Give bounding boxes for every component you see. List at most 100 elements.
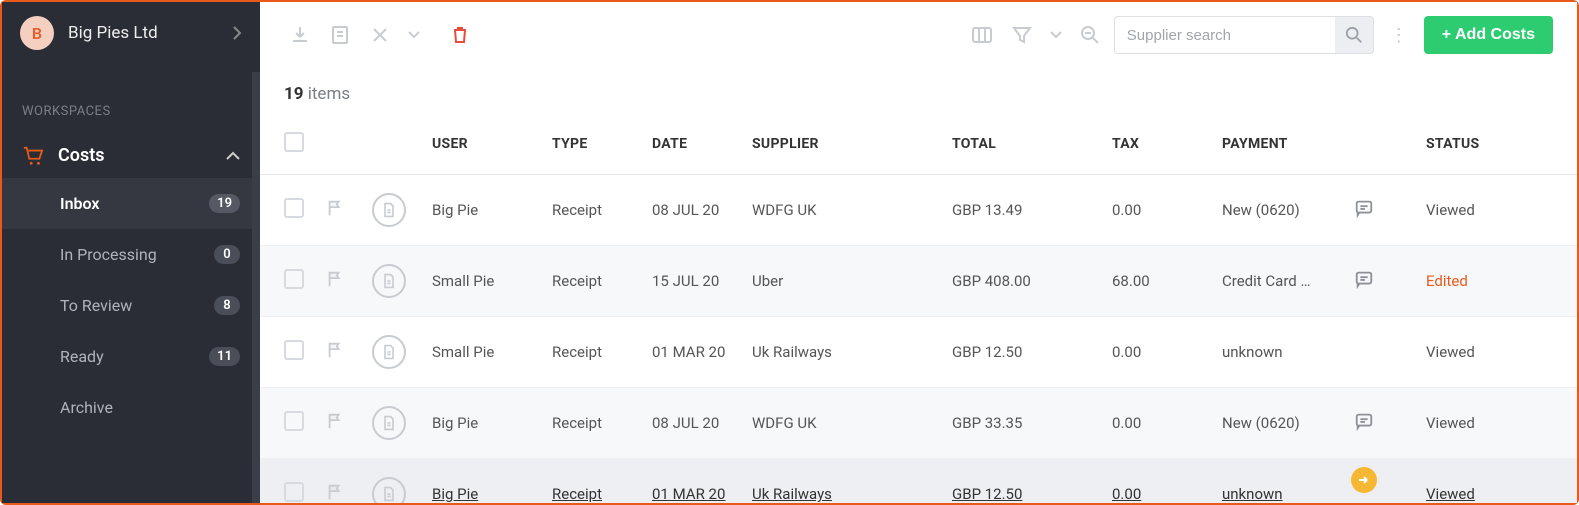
cart-icon [22,146,44,166]
filter-chevron-icon[interactable] [1046,19,1066,51]
nav-section-costs[interactable]: Costs [2,133,260,178]
col-payment[interactable]: PAYMENT [1212,114,1342,175]
document-icon[interactable] [372,477,406,503]
col-supplier[interactable]: SUPPLIER [742,114,942,175]
sidebar-item-label: In Processing [60,245,157,264]
nav-section-label: Costs [58,145,105,166]
toolbar: ⋮ + Add Costs [260,2,1577,64]
cell-type: Receipt [542,388,642,459]
flag-icon[interactable] [326,412,344,430]
workspaces-heading: WORKSPACES [2,64,260,133]
chevron-right-icon [232,26,242,40]
row-checkbox[interactable] [284,198,304,218]
row-checkbox[interactable] [284,340,304,360]
item-count-number: 19 [284,84,304,104]
cell-supplier: WDFG UK [742,175,942,246]
main-content: ⋮ + Add Costs 19 items USER TYPE DATE SU… [260,2,1577,503]
table-row[interactable]: Small PieReceipt15 JUL 20UberGBP 408.006… [260,246,1577,317]
cell-type: Receipt [542,317,642,388]
zoom-out-icon[interactable] [1074,19,1106,51]
sidebar-item-to-review[interactable]: To Review8 [2,280,260,331]
flag-icon[interactable] [326,199,344,217]
cell-payment: unknown [1212,459,1342,504]
sidebar-item-archive[interactable]: Archive [2,382,260,433]
supplier-search-input[interactable] [1115,19,1335,52]
col-user[interactable]: USER [422,114,542,175]
org-avatar: B [20,16,54,50]
col-total[interactable]: TOTAL [942,114,1102,175]
cell-status: Viewed [1386,459,1577,504]
document-icon[interactable] [372,406,406,440]
tools-icon[interactable] [364,19,396,51]
cell-date: 01 MAR 20 [642,317,742,388]
col-status[interactable]: STATUS [1386,114,1577,175]
costs-table: USER TYPE DATE SUPPLIER TOTAL TAX PAYMEN… [260,114,1577,503]
table-row[interactable]: Big PieReceipt01 MAR 20Uk RailwaysGBP 12… [260,459,1577,504]
document-icon[interactable] [372,335,406,369]
add-costs-button[interactable]: + Add Costs [1424,16,1553,54]
sidebar-item-label: Ready [60,347,104,366]
cell-tax: 0.00 [1102,317,1212,388]
cell-payment: New (0620) [1212,388,1342,459]
sidebar-item-label: Inbox [60,194,100,213]
item-count: 19 items [260,64,1577,114]
cell-status: Viewed [1386,175,1577,246]
cell-user: Small Pie [422,246,542,317]
org-switcher[interactable]: B Big Pies Ltd [2,2,260,64]
cell-status: Viewed [1386,388,1577,459]
cell-supplier: Uber [742,246,942,317]
row-checkbox[interactable] [284,482,304,502]
cell-supplier: Uk Railways [742,317,942,388]
sidebar-item-badge: 8 [214,296,240,315]
scroll-indicator-icon[interactable] [1351,467,1377,493]
flag-icon[interactable] [326,270,344,288]
message-icon[interactable] [1354,411,1374,431]
message-icon[interactable] [1354,198,1374,218]
table-row[interactable]: Big PieReceipt08 JUL 20WDFG UKGBP 13.490… [260,175,1577,246]
sidebar-item-in-processing[interactable]: In Processing0 [2,229,260,280]
cell-date: 01 MAR 20 [642,459,742,504]
flag-icon[interactable] [326,483,344,501]
sidebar-item-label: Archive [60,398,113,417]
col-date[interactable]: DATE [642,114,742,175]
cell-tax: 68.00 [1102,246,1212,317]
cell-date: 15 JUL 20 [642,246,742,317]
document-icon[interactable] [372,193,406,227]
trash-icon[interactable] [444,19,476,51]
cell-user: Big Pie [422,459,542,504]
cell-type: Receipt [542,175,642,246]
cell-payment: unknown [1212,317,1342,388]
table-row[interactable]: Big PieReceipt08 JUL 20WDFG UKGBP 33.350… [260,388,1577,459]
sidebar-item-ready[interactable]: Ready11 [2,331,260,382]
sidebar-scrollbar[interactable] [252,72,260,503]
cell-type: Receipt [542,459,642,504]
org-name: Big Pies Ltd [68,23,158,43]
sidebar-item-inbox[interactable]: Inbox19 [2,178,260,229]
download-icon[interactable] [284,19,316,51]
row-checkbox[interactable] [284,411,304,431]
row-checkbox[interactable] [284,269,304,289]
cell-tax: 0.00 [1102,388,1212,459]
cell-total: GBP 12.50 [942,317,1102,388]
cell-supplier: Uk Railways [742,459,942,504]
message-icon[interactable] [1354,269,1374,289]
supplier-search-button[interactable] [1335,17,1373,53]
cell-date: 08 JUL 20 [642,175,742,246]
more-menu-icon[interactable]: ⋮ [1382,25,1416,46]
cell-total: GBP 13.49 [942,175,1102,246]
col-type[interactable]: TYPE [542,114,642,175]
chevron-up-icon [226,151,240,161]
sidebar: B Big Pies Ltd WORKSPACES Costs Inbox19I… [2,2,260,503]
col-tax[interactable]: TAX [1102,114,1212,175]
flag-icon[interactable] [326,341,344,359]
filter-icon[interactable] [1006,19,1038,51]
table-row[interactable]: Small PieReceipt01 MAR 20Uk RailwaysGBP … [260,317,1577,388]
cell-total: GBP 408.00 [942,246,1102,317]
columns-icon[interactable] [966,19,998,51]
tools-chevron-icon[interactable] [404,19,424,51]
select-all-checkbox[interactable] [284,132,304,152]
cell-user: Big Pie [422,175,542,246]
note-icon[interactable] [324,19,356,51]
cell-date: 08 JUL 20 [642,388,742,459]
document-icon[interactable] [372,264,406,298]
